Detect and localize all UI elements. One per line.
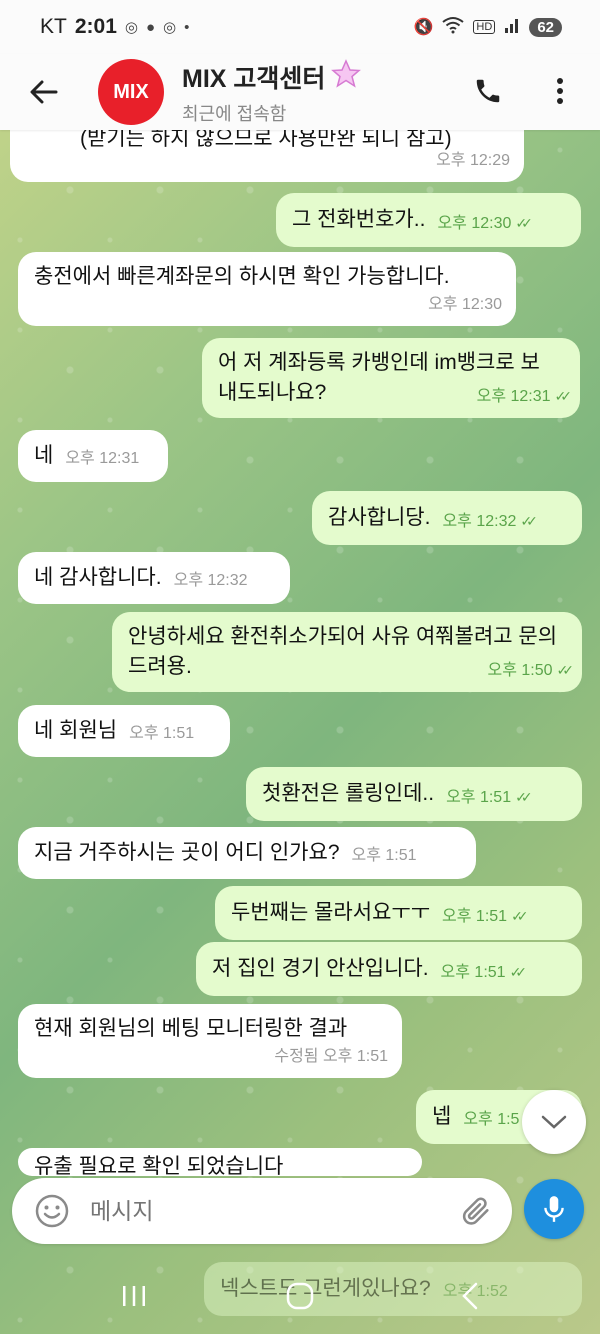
more-vertical-icon [557, 78, 563, 104]
message-text: 첫환전은 롤링인데.. [262, 782, 435, 805]
message-time: 오후 12:29 [436, 152, 510, 169]
message-time: 오후 1:50 [487, 662, 553, 679]
mic-icon [544, 1196, 564, 1222]
message-text: 네 [34, 444, 54, 467]
read-check-icon: ✓✓ [515, 788, 533, 805]
phone-icon [476, 79, 500, 103]
back-button[interactable] [22, 70, 66, 114]
wifi-icon [442, 16, 465, 39]
message-time: 오후 1:51 [129, 725, 195, 742]
message-text: 충전에서 빠른계좌문의 하시면 확인 가능합니다. [34, 265, 450, 288]
message-time: 오후 1:51 [351, 847, 417, 864]
nav-home-icon [286, 1282, 314, 1310]
nav-back-button[interactable] [450, 1276, 490, 1316]
threads-icon: ◎ [124, 19, 138, 36]
message-incoming[interactable]: 네 감사합니다. 오후 12:32 [18, 552, 290, 604]
message-time: 오후 1:51 [442, 907, 508, 925]
read-check-icon: ✓✓ [515, 214, 533, 231]
message-outgoing[interactable]: 저 집인 경기 안산입니다. 오후 1:51 ✓✓ [196, 942, 582, 996]
message-text: 네 감사합니다. [34, 566, 162, 589]
clock: 2:01 [74, 15, 117, 38]
message-text: 그 전화번호가.. [292, 208, 426, 231]
message-time: 수정됨 오후 1:51 [274, 1048, 388, 1065]
call-button[interactable] [468, 71, 508, 111]
message-composer [12, 1178, 512, 1244]
message-text: 네 회원님 [34, 719, 118, 742]
dot-icon: • [184, 18, 190, 36]
nav-recents-icon [123, 1286, 145, 1306]
chat-title-block[interactable]: MIX 고객센터 최근에 접속함 [182, 58, 362, 126]
read-check-icon: ✓✓ [511, 907, 529, 924]
message-input[interactable] [88, 1196, 432, 1226]
mute-icon: 🔇 [413, 19, 434, 36]
message-outgoing[interactable]: 그 전화번호가.. 오후 12:30 ✓✓ [276, 193, 581, 247]
avatar[interactable]: MIX [98, 59, 164, 125]
read-check-icon: ✓✓ [556, 662, 575, 678]
message-incoming[interactable]: 네 오후 12:31 [18, 430, 168, 482]
message-text: 유출 필요로 확인 되었습니다 [34, 1155, 284, 1176]
message-text: 두번째는 몰라서요ㅜㅜ [231, 901, 431, 924]
chat-header: MIX MIX 고객센터 최근에 접속함 [0, 54, 600, 130]
emoji-icon [35, 1194, 69, 1228]
message-time: 오후 12:31 [65, 450, 140, 467]
message-outgoing[interactable]: 안녕하세요 환전취소가되어 사유 여쭤볼려고 문의드려용. 오후 1:50 ✓✓ [112, 612, 582, 692]
back-arrow-icon [30, 80, 58, 104]
system-nav-bar [0, 1254, 600, 1334]
message-outgoing[interactable]: 두번째는 몰라서요ㅜㅜ 오후 1:51 ✓✓ [215, 886, 582, 940]
scroll-to-bottom-button[interactable] [522, 1090, 586, 1154]
status-bar: KT 2:01 ◎ ● ◎ • 🔇 HD 62 [0, 0, 600, 54]
nav-home-button[interactable] [280, 1276, 320, 1316]
nav-back-icon [462, 1282, 478, 1310]
read-check-icon: ✓✓ [509, 963, 528, 980]
attach-button[interactable] [456, 1191, 496, 1231]
hd-icon: HD [473, 20, 496, 34]
chevron-down-icon [541, 1115, 567, 1129]
star-emoji-icon [331, 58, 362, 96]
carrier-label: KT [40, 15, 67, 38]
message-time: 오후 12:32 [173, 572, 248, 589]
message-time: 오후 1:51 [440, 963, 506, 981]
read-check-icon: ✓✓ [554, 388, 573, 404]
message-incoming[interactable]: 충전에서 빠른계좌문의 하시면 확인 가능합니다. 오후 12:30 [18, 252, 516, 326]
threads-icon-2: ◎ [163, 19, 177, 36]
message-outgoing[interactable]: 감사합니당. 오후 12:32 ✓✓ [312, 491, 582, 545]
chat-subtitle: 최근에 접속함 [182, 103, 287, 124]
read-check-icon: ✓✓ [520, 512, 538, 529]
message-time: 오후 1:51 [446, 788, 512, 806]
message-time: 오후 12:32 [442, 512, 517, 530]
message-incoming[interactable]: 현재 회원님의 베팅 모니터링한 결과 수정됨 오후 1:51 [18, 1004, 402, 1078]
message-time: 오후 1:5 [463, 1111, 520, 1128]
attach-icon [462, 1197, 489, 1225]
emoji-button[interactable] [32, 1191, 72, 1231]
message-incoming[interactable]: 지금 거주하시는 곳이 어디 인가요? 오후 1:51 [18, 827, 476, 879]
chat-title: MIX 고객센터 [182, 65, 326, 93]
talk-icon: ● [145, 18, 156, 36]
battery-indicator: 62 [529, 17, 562, 37]
message-text: 감사합니당. [328, 506, 431, 529]
message-time: 오후 12:31 [476, 388, 551, 405]
message-outgoing[interactable]: 첫환전은 롤링인데.. 오후 1:51 ✓✓ [246, 767, 582, 821]
message-text: 현재 회원님의 베팅 모니터링한 결과 [34, 1017, 348, 1040]
message-outgoing[interactable]: 어 저 계좌등록 카뱅인데 im뱅크로 보내도되나요? 오후 12:31 ✓✓ [202, 338, 580, 418]
message-incoming[interactable]: 네 회원님 오후 1:51 [18, 705, 230, 757]
message-incoming[interactable]: 유출 필요로 확인 되었습니다 [18, 1148, 422, 1176]
message-text: 넵 [432, 1105, 452, 1128]
message-time: 오후 12:30 [437, 214, 512, 232]
message-text: 저 집인 경기 안산입니다. [212, 957, 429, 980]
message-time: 오후 12:30 [428, 296, 502, 313]
message-text: 지금 거주하시는 곳이 어디 인가요? [34, 841, 340, 864]
signal-icon [504, 17, 520, 38]
nav-recents-button[interactable] [114, 1276, 154, 1316]
more-options-button[interactable] [540, 71, 580, 111]
voice-record-button[interactable] [524, 1179, 584, 1239]
